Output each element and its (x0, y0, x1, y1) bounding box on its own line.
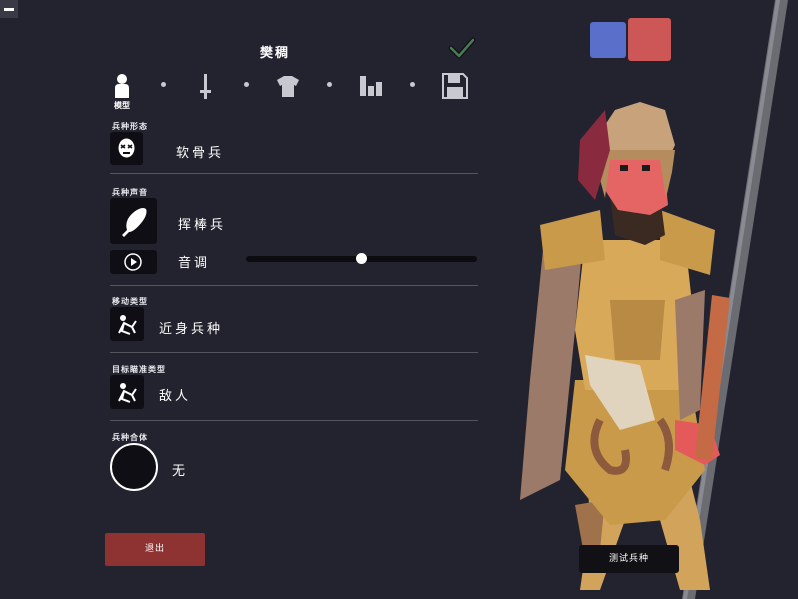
step-model-label: 模型 (114, 101, 130, 110)
save-icon[interactable] (440, 72, 470, 100)
divider (110, 285, 478, 286)
targeting-value: 敌人 (159, 389, 192, 404)
movement-icon-button[interactable] (110, 307, 144, 341)
targeting-icon-button[interactable] (110, 375, 144, 409)
play-icon (124, 253, 142, 271)
club-icon (122, 208, 147, 237)
checkmark-icon[interactable] (448, 36, 476, 60)
sword-icon[interactable] (190, 72, 220, 100)
divider (110, 420, 478, 421)
unit-preview-image (520, 0, 788, 599)
armor-icon[interactable] (273, 72, 303, 100)
fusion-value: 无 (172, 464, 189, 479)
menu-button[interactable] (0, 0, 18, 18)
collapsed-figure-icon (118, 315, 137, 335)
fusion-slot-button[interactable] (110, 443, 158, 491)
stats-icon[interactable] (356, 72, 386, 100)
divider (110, 352, 478, 353)
pitch-slider-handle[interactable] (356, 253, 367, 264)
unit-name-title: 樊稠 (259, 46, 290, 61)
skull-face-icon (118, 138, 135, 158)
step-dot (161, 82, 166, 87)
step-dot (410, 82, 415, 87)
divider (110, 173, 478, 174)
movement-label: 移动类型 (112, 297, 148, 306)
test-unit-button[interactable]: 测试兵种 (579, 545, 679, 573)
form-value: 软骨兵 (176, 146, 225, 161)
voice-label: 兵种声音 (112, 188, 148, 197)
form-label: 兵种形态 (112, 122, 148, 131)
form-icon-button[interactable] (110, 132, 143, 165)
step-dot (244, 82, 249, 87)
step-dot (327, 82, 332, 87)
pitch-label: 音调 (178, 256, 211, 271)
fusion-label: 兵种合体 (112, 433, 148, 442)
unit-icon[interactable] (107, 72, 137, 100)
collapsed-figure-icon (118, 383, 137, 403)
voice-value: 挥棒兵 (178, 218, 227, 233)
exit-button[interactable]: 退出 (105, 533, 205, 566)
play-sound-button[interactable] (110, 250, 157, 274)
movement-value: 近身兵种 (159, 322, 224, 337)
voice-icon-button[interactable] (110, 198, 157, 244)
targeting-label: 目标瞄准类型 (112, 365, 166, 374)
